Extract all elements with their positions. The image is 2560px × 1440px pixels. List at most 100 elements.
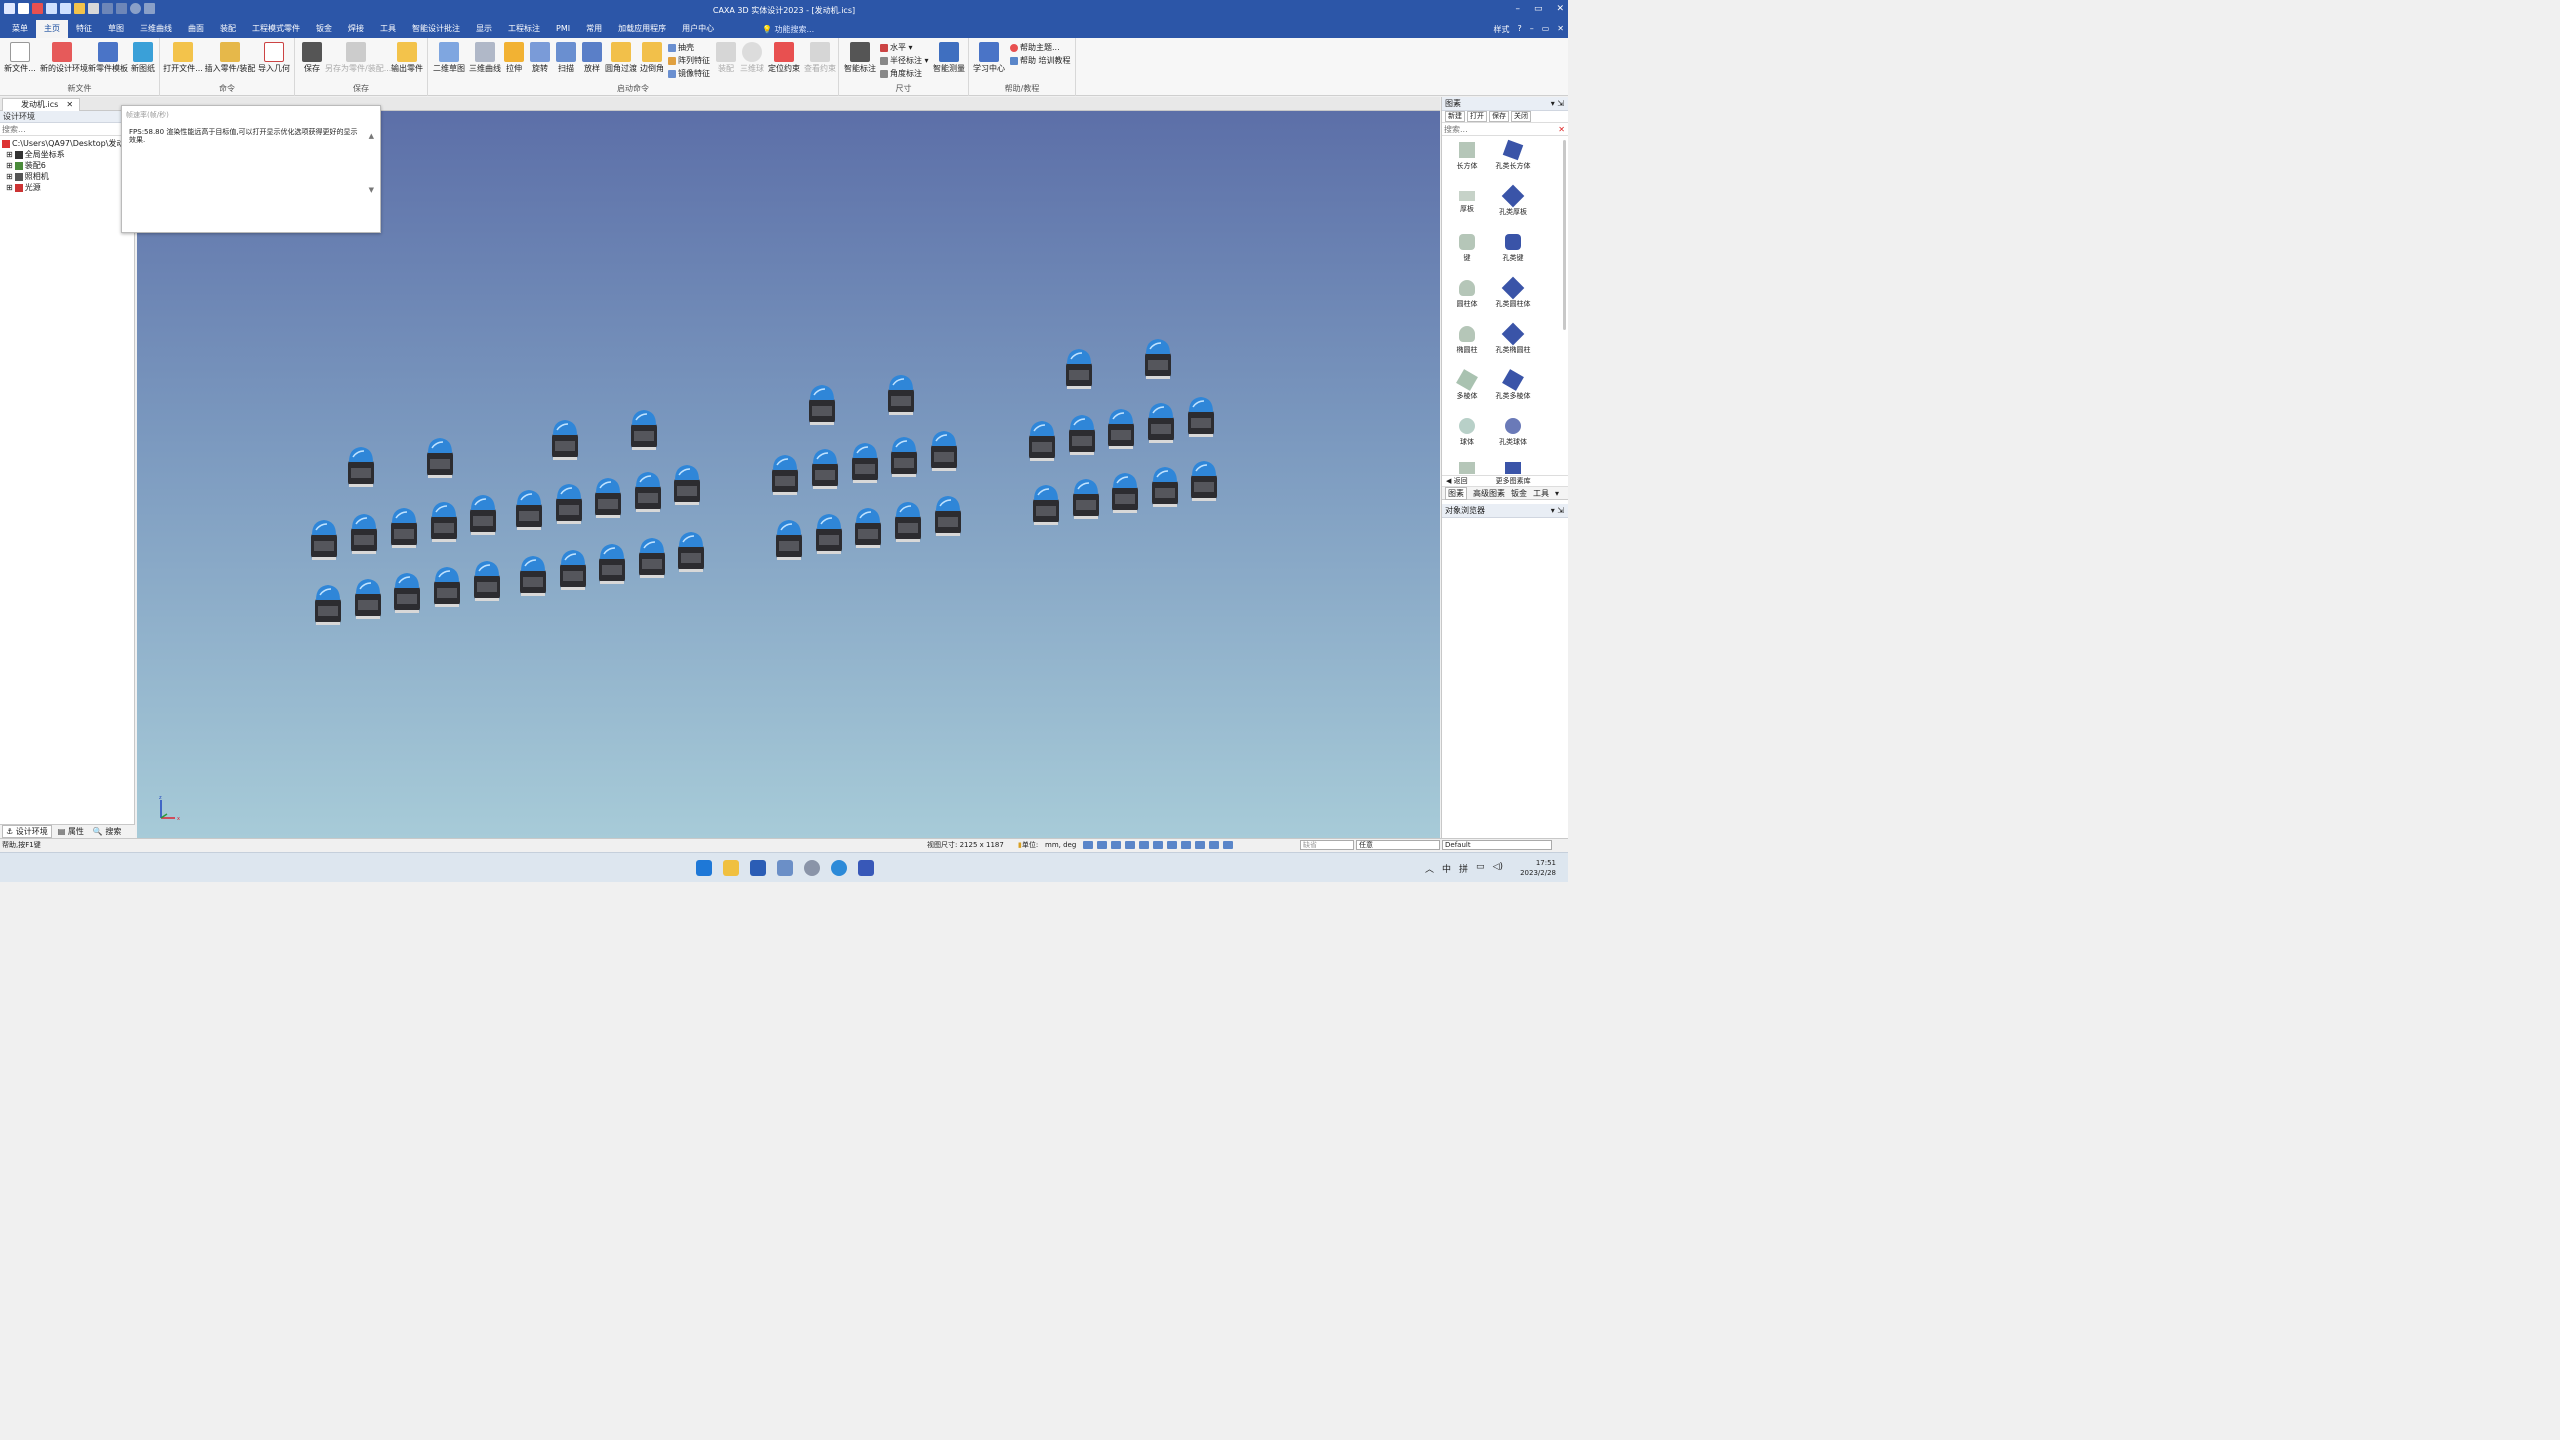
export-part-button[interactable]: 输出零件 xyxy=(389,42,425,74)
tree-item-light[interactable]: ⊞ 光源 xyxy=(0,182,134,193)
menu-tab-engineering-part[interactable]: 工程模式零件 xyxy=(244,20,308,38)
engine-model[interactable] xyxy=(888,375,914,415)
engine-model[interactable] xyxy=(852,443,878,483)
engine-model[interactable] xyxy=(434,567,460,607)
engine-model[interactable] xyxy=(895,502,921,542)
engine-model[interactable] xyxy=(1145,339,1171,379)
tab-design-elements[interactable]: 图素 xyxy=(1445,486,1467,500)
engine-model[interactable] xyxy=(1033,485,1059,525)
menu-tab-feature[interactable]: 特征 xyxy=(68,20,100,38)
view-constraint-button[interactable]: 查看约束 xyxy=(802,42,838,74)
engine-model[interactable] xyxy=(556,484,582,524)
tree-item-root[interactable]: C:\Users\QA97\Desktop\发动 xyxy=(0,138,134,149)
menu-tab-load-apps[interactable]: 加载应用程序 xyxy=(610,20,674,38)
save-button[interactable]: 保存 xyxy=(297,42,327,74)
revolve-button[interactable]: 旋转 xyxy=(528,42,552,74)
engine-model[interactable] xyxy=(1191,461,1217,501)
engine-model[interactable] xyxy=(1152,467,1178,507)
menu-tab-weld[interactable]: 焊接 xyxy=(340,20,372,38)
pin-icon[interactable]: ▾ ⇲ xyxy=(1551,97,1564,111)
engine-model[interactable] xyxy=(772,455,798,495)
engine-model[interactable] xyxy=(776,520,802,560)
engine-model[interactable] xyxy=(1073,479,1099,519)
display-mode-icon[interactable] xyxy=(1195,841,1205,849)
engine-model[interactable] xyxy=(635,472,661,512)
network-icon[interactable]: ▭ xyxy=(1476,862,1485,875)
engine-model[interactable] xyxy=(311,520,337,560)
tab-advanced-elements[interactable]: 高级图素 xyxy=(1473,488,1505,499)
engine-model[interactable] xyxy=(1112,473,1138,513)
tab-design-env[interactable]: ⚓ 设计环境 xyxy=(2,825,52,838)
pan-icon[interactable] xyxy=(1111,841,1121,849)
shape-hole-sphere[interactable]: 孔类球体 xyxy=(1488,418,1538,447)
view-orient-icon[interactable] xyxy=(1139,841,1149,849)
open-file-button[interactable]: 打开文件... xyxy=(162,42,204,74)
horizontal-button[interactable]: 水平 ▾ xyxy=(880,42,913,53)
assembly-button[interactable]: 装配 xyxy=(714,42,738,74)
menu-tab-common[interactable]: 常用 xyxy=(578,20,610,38)
shape-more-1[interactable] xyxy=(1442,462,1492,477)
engine-model[interactable] xyxy=(935,496,961,536)
shape-library-scrollbar[interactable] xyxy=(1563,140,1566,330)
3d-viewport[interactable]: 帧速率(帧/秒) FPS:58.80 渲染性能远高于目标值,可以打开显示优化选项… xyxy=(121,105,1440,838)
shell-button[interactable]: 抽壳 xyxy=(668,42,694,53)
menu-tab-pmi[interactable]: PMI xyxy=(548,20,578,38)
help-training-button[interactable]: 帮助 培训教程 xyxy=(1010,55,1071,66)
engine-model[interactable] xyxy=(474,561,500,601)
engine-model[interactable] xyxy=(560,550,586,590)
photos-icon[interactable] xyxy=(777,860,793,876)
fillet-button[interactable]: 圆角过渡 xyxy=(604,42,638,74)
engine-model[interactable] xyxy=(631,410,657,450)
engine-model[interactable] xyxy=(348,447,374,487)
ime-pinyin[interactable]: 拼 xyxy=(1459,862,1468,875)
engine-model[interactable] xyxy=(315,585,341,625)
tree-item-assembly[interactable]: ⊞ 装配6 xyxy=(0,160,134,171)
tree-item-global-coords[interactable]: ⊞ 全局坐标系 xyxy=(0,149,134,160)
engine-model[interactable] xyxy=(355,579,381,619)
pick-filter-icon[interactable] xyxy=(1209,841,1219,849)
sketch-2d-button[interactable]: 二维草图 xyxy=(430,42,468,74)
insert-part-button[interactable]: 插入零件/装配 xyxy=(204,42,256,74)
tab-properties[interactable]: ▤ 属性 xyxy=(55,826,87,837)
library-close-button[interactable]: 关闭 xyxy=(1511,111,1531,122)
library-save-button[interactable]: 保存 xyxy=(1489,111,1509,122)
engine-model[interactable] xyxy=(431,502,457,542)
shape-hole-elliptic-cylinder[interactable]: 孔类椭圆柱 xyxy=(1488,322,1538,355)
object-browser-pin-icon[interactable]: ▾ ⇲ xyxy=(1551,504,1564,518)
light-toggle-icon[interactable] xyxy=(1181,841,1191,849)
clear-elements-search-icon[interactable]: ✕ xyxy=(1558,123,1565,136)
engine-model[interactable] xyxy=(639,538,665,578)
engine-model[interactable] xyxy=(599,544,625,584)
system-clock[interactable]: 17:51 2023/2/28 xyxy=(1520,858,1556,878)
engine-model[interactable] xyxy=(931,431,957,471)
filter-dropdown-left[interactable]: 缺省 xyxy=(1300,840,1354,850)
tree-search-input[interactable]: 搜索...✕ xyxy=(0,123,134,136)
engine-model[interactable] xyxy=(855,508,881,548)
render-style-icon[interactable] xyxy=(1153,841,1163,849)
menu-tab-home[interactable]: 主页 xyxy=(36,20,68,38)
word-icon[interactable] xyxy=(750,860,766,876)
engine-model[interactable] xyxy=(394,573,420,613)
volume-icon[interactable]: ◁) xyxy=(1493,862,1503,875)
shape-hole-polygon-prism[interactable]: 孔类多棱体 xyxy=(1488,369,1538,401)
windows-start-icon[interactable] xyxy=(696,860,712,876)
smart-measure-button[interactable]: 智能测量 xyxy=(931,42,967,74)
more-library-button[interactable]: 更多图素库 xyxy=(1496,476,1531,486)
position-constraint-button[interactable]: 定位约束 xyxy=(766,42,802,74)
learning-center-button[interactable]: 学习中心 xyxy=(971,42,1007,74)
engine-model[interactable] xyxy=(1188,397,1214,437)
engine-model[interactable] xyxy=(1108,409,1134,449)
new-design-env-button[interactable]: 新的设计环境 xyxy=(40,42,88,74)
help-topics-button[interactable]: 帮助主题... xyxy=(1010,42,1060,53)
engine-model[interactable] xyxy=(674,465,700,505)
sweep-button[interactable]: 扫描 xyxy=(554,42,578,74)
save-as-part-button[interactable]: 另存为零件/装配... xyxy=(325,42,391,74)
shape-cylinder[interactable]: 圆柱体 xyxy=(1442,280,1492,309)
tabs-dropdown-icon[interactable]: ▾ xyxy=(1555,489,1559,498)
ribbon-restore-button[interactable]: ▭ xyxy=(1542,24,1550,35)
shape-more-2[interactable] xyxy=(1488,462,1538,477)
browser-icon[interactable] xyxy=(831,860,847,876)
menu-tab-tools[interactable]: 工具 xyxy=(372,20,404,38)
radius-dimension-button[interactable]: 半径标注 ▾ xyxy=(880,55,929,66)
shape-polygon-prism[interactable]: 多棱体 xyxy=(1442,369,1492,401)
